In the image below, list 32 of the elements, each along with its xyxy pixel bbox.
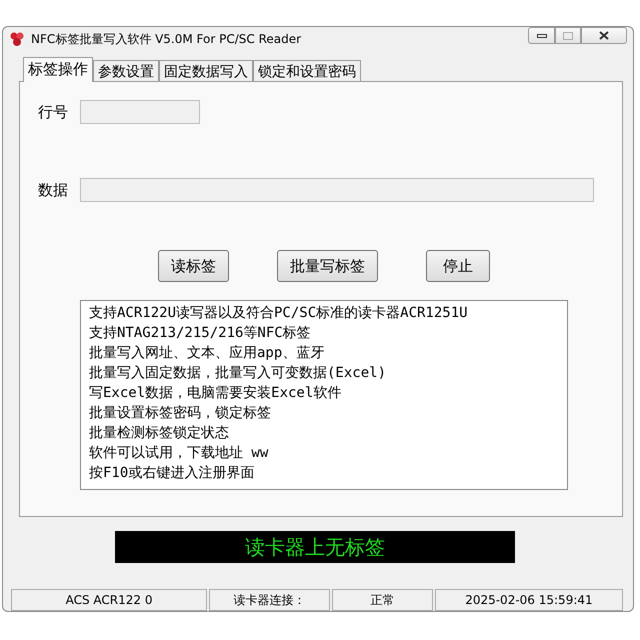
status-cell: ACS ACR122 0 <box>11 589 208 611</box>
input-field[interactable] <box>80 178 594 202</box>
tab[interactable]: 固定数据写入 <box>159 60 253 82</box>
info-line: 支持NTAG213/215/216等NFC标签 <box>89 324 312 343</box>
status-cell: 读卡器连接： <box>209 589 330 611</box>
close-button[interactable] <box>581 27 627 44</box>
minimize-icon <box>536 34 546 38</box>
field-label: 行号 <box>38 102 68 122</box>
minimize-button[interactable] <box>528 27 555 44</box>
info-line: 批量写入网址、文本、应用app、蓝牙 <box>89 344 326 363</box>
action-button[interactable]: 读标签 <box>158 250 229 282</box>
status-message: 读卡器上无标签 <box>115 531 515 563</box>
info-line: 批量检测标签锁定状态 <box>89 424 230 443</box>
info-line: 按F10或右键进入注册界面 <box>89 464 256 483</box>
input-field[interactable] <box>80 100 200 124</box>
info-line: 批量写入固定数据，批量写入可变数据(Excel) <box>89 364 388 383</box>
tab[interactable]: 参数设置 <box>93 60 159 82</box>
info-line: 支持ACR122U读写器以及符合PC/SC标准的读卡器ACR1251U <box>89 304 469 323</box>
close-icon <box>599 31 609 40</box>
status-cell: 正常 <box>332 589 433 611</box>
maximize-icon <box>563 32 573 40</box>
tab[interactable]: 标签操作 <box>23 57 93 82</box>
action-button[interactable]: 批量写标签 <box>277 250 378 282</box>
tab[interactable]: 锁定和设置密码 <box>253 60 361 82</box>
info-line: 批量设置标签密码，锁定标签 <box>89 404 272 423</box>
window-title: NFC标签批量写入软件 V5.0M For PC/SC Reader <box>31 30 302 48</box>
status-cell: 2025-02-06 15:59:41 <box>434 589 623 611</box>
action-button[interactable]: 停止 <box>426 250 490 282</box>
info-line: 软件可以试用，下载地址 ww <box>89 444 270 463</box>
field-label: 数据 <box>38 180 68 200</box>
info-line: 写Excel数据，电脑需要安装Excel软件 <box>89 384 342 403</box>
app-icon <box>9 31 25 47</box>
